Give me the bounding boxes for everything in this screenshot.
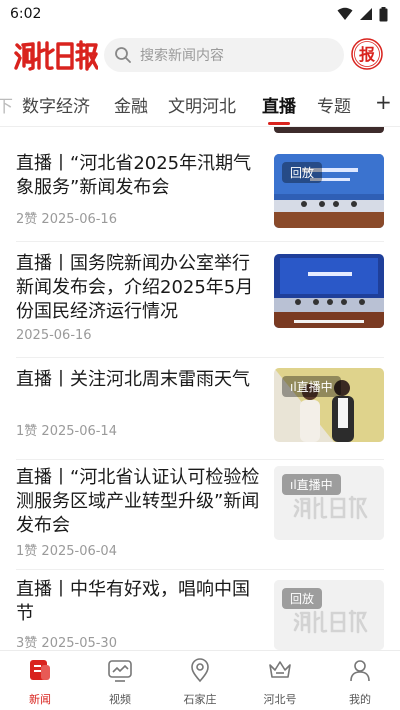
article-thumbnail: ıl直播中 <box>274 368 384 442</box>
nav-label: 视频 <box>109 693 131 706</box>
status-time: 6:02 <box>10 6 42 22</box>
article-meta: 2赞 2025-06-16 <box>16 208 117 227</box>
battery-icon <box>379 6 388 21</box>
article-date: 2025-05-30 <box>41 636 117 651</box>
article-date: 2025-06-14 <box>41 424 117 439</box>
list-item[interactable]: 直播丨“河北省认证认可检验检测服务区域产业转型升级”新闻发布会 1赞 2025-… <box>0 464 400 570</box>
live-badge: ıl直播中 <box>282 474 341 495</box>
wifi-icon <box>337 7 353 20</box>
nav-video[interactable]: 视频 <box>90 657 150 707</box>
list-item[interactable]: 直播丨关注河北周末雷雨天气 1赞 2025-06-14 ıl直播中 <box>0 362 400 460</box>
add-channel-button[interactable]: + <box>375 90 392 114</box>
search-placeholder: 搜索新闻内容 <box>140 48 224 64</box>
nav-label: 我的 <box>349 693 371 706</box>
nav-label: 新闻 <box>29 693 51 706</box>
article-title: 直播丨中华有好戏，唱响中国节 <box>16 579 250 624</box>
article-date: 2025-06-16 <box>41 212 117 227</box>
channel-tabs: 下 数字经济 金融 文明河北 直播 专题 + <box>0 86 400 126</box>
live-bars-icon: ıl <box>290 478 297 492</box>
article-date: 2025-06-04 <box>41 544 117 559</box>
article-meta: 2025-06-16 <box>16 328 92 343</box>
nav-hebei-hao[interactable]: 河北号 <box>250 657 310 707</box>
article-thumbnail-placeholder: ıl直播中 <box>274 466 384 540</box>
live-bars-icon: ıl <box>290 380 297 394</box>
header: 搜索新闻内容 报 <box>0 34 400 76</box>
article-meta: 1赞 2025-06-04 <box>16 540 117 559</box>
status-bar: 6:02 <box>0 0 400 28</box>
article-title: 直播丨关注河北周末雷雨天气 <box>16 369 250 390</box>
article-meta: 1赞 2025-06-14 <box>16 420 117 439</box>
article-title: 直播丨“河北省认证认可检验检测服务区域产业转型升级”新闻发布会 <box>16 467 260 536</box>
divider <box>16 241 384 242</box>
divider <box>16 459 384 460</box>
nav-shijiazhuang[interactable]: 石家庄 <box>170 657 230 707</box>
location-icon <box>191 658 209 683</box>
article-title: 直播丨国务院新闻办公室举行新闻发布会，介绍2025年5月份国民经济运行情况 <box>16 253 254 322</box>
article-title: 直播丨“河北省2025年汛期气象服务”新闻发布会 <box>16 153 252 198</box>
list-item[interactable]: 直播丨中华有好戏，唱响中国节 3赞 2025-05-30 回放 <box>0 574 400 651</box>
replay-badge: 回放 <box>282 588 323 609</box>
tab-special[interactable]: 专题 <box>317 92 351 117</box>
user-icon <box>350 660 370 682</box>
search-icon <box>115 47 131 63</box>
status-icons <box>337 6 388 22</box>
article-likes: 3赞 <box>16 636 38 651</box>
tab-live[interactable]: 直播 <box>262 92 296 117</box>
live-badge-label: 直播中 <box>296 478 333 492</box>
article-thumbnail <box>274 254 384 328</box>
newspaper-label: 报 <box>359 45 375 64</box>
article-thumbnail: 回放 <box>274 154 384 228</box>
nav-me[interactable]: 我的 <box>330 657 390 707</box>
nav-label: 石家庄 <box>183 693 217 706</box>
active-tab-indicator <box>268 122 290 125</box>
tab-partial-left: 下 <box>0 97 13 117</box>
newspaper-stamp-icon: 报 <box>351 38 383 70</box>
list-item[interactable]: 直播丨国务院新闻办公室举行新闻发布会，介绍2025年5月份国民经济运行情况 20… <box>0 246 400 358</box>
article-likes: 1赞 <box>16 544 38 559</box>
video-icon <box>108 660 132 682</box>
live-badge-label: 直播中 <box>296 380 333 394</box>
tab-digital-economy[interactable]: 数字经济 <box>22 92 90 117</box>
article-meta: 3赞 2025-05-30 <box>16 632 117 651</box>
article-likes: 1赞 <box>16 424 38 439</box>
list-item[interactable]: 直播丨“河北省2025年汛期气象服务”新闻发布会 2赞 2025-06-16 回… <box>0 146 400 242</box>
divider <box>16 569 384 570</box>
divider <box>16 357 384 358</box>
nav-news[interactable]: 新闻 <box>10 657 70 707</box>
replay-badge: 回放 <box>282 162 323 183</box>
crown-icon <box>269 661 291 678</box>
tab-civilized-hebei[interactable]: 文明河北 <box>168 92 236 117</box>
live-badge: ıl直播中 <box>282 376 341 397</box>
news-icon <box>30 660 50 680</box>
bottom-nav: 新闻 视频 石家庄 河北号 我的 <box>0 650 400 710</box>
nav-label: 河北号 <box>263 693 297 706</box>
article-likes: 2赞 <box>16 212 38 227</box>
article-thumbnail-placeholder: 回放 <box>274 580 384 650</box>
search-input[interactable]: 搜索新闻内容 <box>104 38 344 72</box>
previous-item-thumbnail-edge <box>274 127 384 133</box>
app-logo <box>14 38 99 72</box>
signal-icon <box>360 8 372 20</box>
article-date: 2025-06-16 <box>16 328 92 343</box>
newspaper-button[interactable]: 报 <box>350 37 384 71</box>
tab-finance[interactable]: 金融 <box>114 92 148 117</box>
